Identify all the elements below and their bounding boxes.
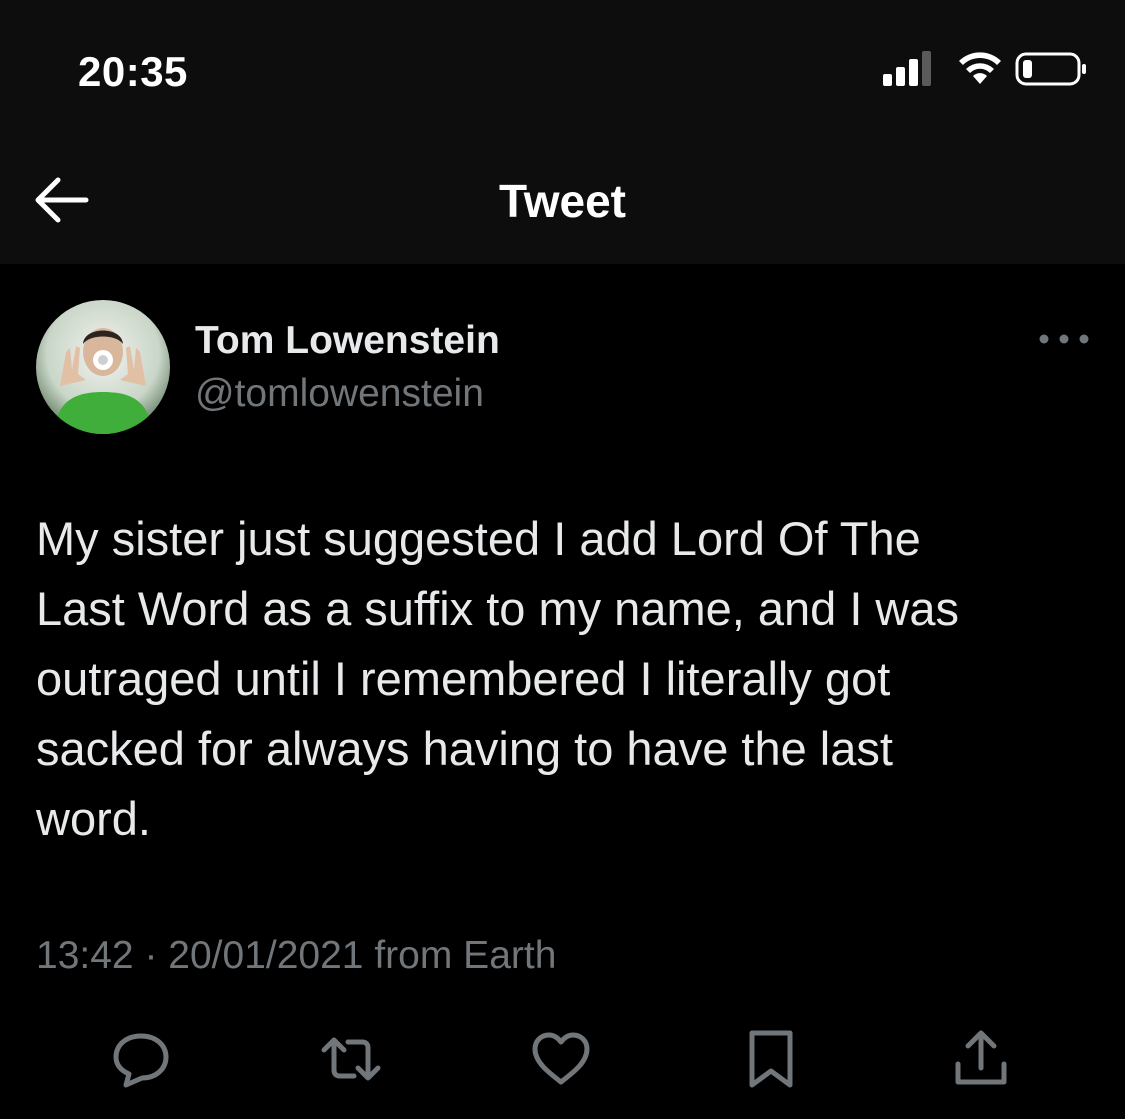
author-handle[interactable]: @tomlowenstein: [195, 372, 484, 416]
like-icon: [532, 1032, 590, 1085]
tweet-meta: 13:42 · 20/01/2021 from Earth: [36, 934, 556, 978]
nav-bar: Tweet: [0, 140, 1125, 264]
ellipsis-icon: [1039, 334, 1089, 344]
tweet-text: My sister just suggested I add Lord Of T…: [36, 512, 960, 845]
bookmark-icon: [749, 1030, 793, 1088]
battery-icon: [1015, 52, 1086, 86]
retweet-button[interactable]: [316, 1024, 386, 1094]
tweet-time: 13:42: [36, 934, 134, 977]
like-button[interactable]: [526, 1024, 596, 1094]
reply-button[interactable]: [106, 1024, 176, 1094]
reply-icon: [113, 1033, 169, 1088]
avatar-photo: [36, 300, 170, 434]
bookmark-button[interactable]: [736, 1024, 806, 1094]
author-display-name[interactable]: Tom Lowenstein: [195, 319, 500, 363]
tweet-source: from Earth: [374, 934, 557, 977]
wifi-icon: [959, 52, 1001, 84]
more-options-button[interactable]: [1036, 324, 1092, 354]
meta-separator: ·: [144, 934, 158, 977]
tweet-actions: [0, 1024, 1125, 1114]
signal-icon: [883, 51, 931, 86]
status-icons: [863, 50, 1086, 90]
tweet-date: 20/01/2021: [168, 934, 364, 977]
avatar[interactable]: [36, 300, 170, 434]
share-button[interactable]: [946, 1024, 1016, 1094]
retweet-icon: [321, 1037, 381, 1081]
share-icon: [955, 1030, 1007, 1085]
page-title: Tweet: [499, 175, 626, 227]
status-bar: 20:35: [0, 0, 1125, 140]
status-time: 20:35: [78, 48, 188, 95]
tweet-detail: Tom Lowenstein @tomlowenstein My sister …: [0, 264, 1125, 1119]
